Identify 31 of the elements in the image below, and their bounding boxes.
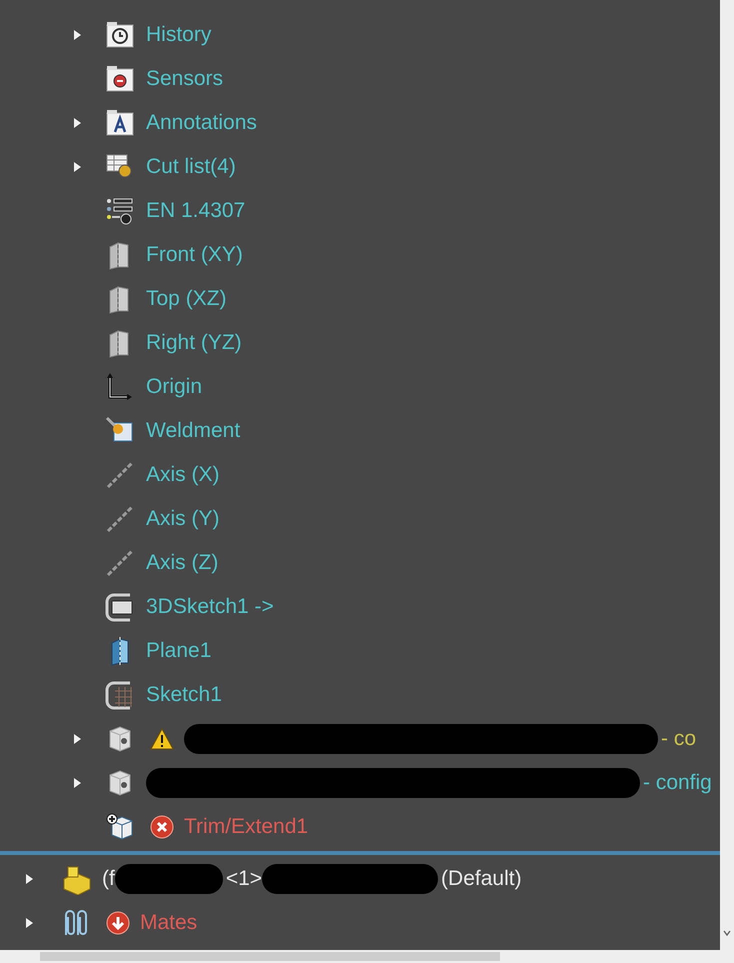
tree-item-label[interactable]: (Default) <box>441 866 522 892</box>
tree-item-label[interactable]: 3DSketch1 -> <box>146 594 274 620</box>
tree-item-label[interactable]: (f <box>102 866 115 892</box>
tree-item-label[interactable]: <1> <box>226 866 262 892</box>
tree-item-label[interactable]: Plane1 <box>146 638 212 664</box>
expand-arrow-icon[interactable] <box>72 29 82 41</box>
expand-arrow-icon[interactable] <box>72 777 82 789</box>
tree-item-label[interactable]: - co <box>661 726 696 752</box>
expand-arrow-icon[interactable] <box>72 733 82 745</box>
expand-arrow-icon[interactable] <box>72 161 82 173</box>
tree-item-label[interactable]: Annotations <box>146 110 257 136</box>
tree-item-label[interactable]: History <box>146 22 212 48</box>
tree-item-label[interactable]: Sketch1 <box>146 682 222 708</box>
expand-arrow-icon[interactable] <box>24 873 34 885</box>
tree-item-label[interactable]: Axis (Y) <box>146 506 220 532</box>
tree-item-label[interactable]: EN 1.4307 <box>146 198 246 224</box>
tree-item-label[interactable]: Axis (Z) <box>146 550 218 576</box>
expand-arrow-icon[interactable] <box>72 117 82 129</box>
tree-item-label[interactable]: - config <box>643 770 712 796</box>
expand-arrow-icon[interactable] <box>24 917 34 929</box>
tree-item-label[interactable]: Mates <box>140 910 198 936</box>
tree-item-label[interactable]: Weldment <box>146 418 240 444</box>
tree-item-label[interactable]: Axis (X) <box>146 462 220 488</box>
tree-item-label[interactable]: Origin <box>146 374 202 400</box>
tree-item-label[interactable]: Cut list(4) <box>146 154 236 180</box>
tree-item-label[interactable]: Trim/Extend1 <box>184 814 308 840</box>
tree-item-label[interactable]: Top (XZ) <box>146 286 227 312</box>
tree-item-label[interactable]: Front (XY) <box>146 242 243 268</box>
tree-item-label[interactable]: Right (YZ) <box>146 330 242 356</box>
scrollbar-thumb[interactable] <box>40 952 500 961</box>
tree-item-label[interactable]: Sensors <box>146 66 224 92</box>
